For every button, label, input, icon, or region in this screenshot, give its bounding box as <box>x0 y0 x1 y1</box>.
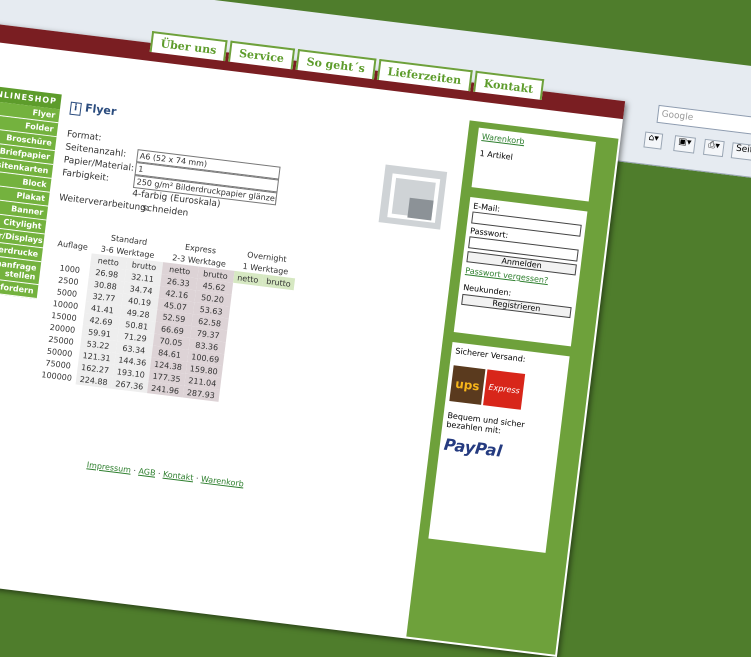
cart-box: Warenkorb 1 Artikel <box>471 127 596 202</box>
info-icon: i <box>69 101 82 116</box>
ovn-brutto-header: brutto <box>261 274 296 291</box>
print-icon[interactable]: ⎙▾ <box>702 138 725 158</box>
footer-links: Impressum · AGB · Kontakt · Warenkorb <box>86 460 245 489</box>
processing-value: schneiden <box>141 203 189 219</box>
footer-link-agb[interactable]: AGB <box>138 467 156 478</box>
shipping-logos: ups Express <box>449 365 563 414</box>
price-table: Standard Express Overnight Auflage 3-6 W… <box>37 225 299 410</box>
shop-page: Über uns Service So geht´s Lieferzeiten … <box>0 22 626 657</box>
footer-link-impressum[interactable]: Impressum <box>86 460 131 474</box>
express-logo: Express <box>483 369 526 410</box>
login-box: E-Mail: Passwort: Anmelden Passwort verg… <box>453 197 588 347</box>
page-menu[interactable]: Seite <box>730 142 751 162</box>
ovn-netto-header: netto <box>232 270 264 287</box>
feeds-icon[interactable]: ▣▾ <box>673 135 697 154</box>
label-farbigkeit: Farbigkeit: <box>61 168 110 184</box>
shipping-title: Sicherer Versand: <box>454 346 527 364</box>
page-title: Flyer <box>84 101 118 119</box>
footer-link-kontakt[interactable]: Kontakt <box>162 470 193 483</box>
search-input[interactable]: Google <box>656 104 751 136</box>
page-heading: i Flyer <box>69 100 117 121</box>
home-icon[interactable]: ⌂▾ <box>643 131 664 150</box>
product-image <box>378 164 448 230</box>
shipping-box: Sicherer Versand: ups Express Bequem und… <box>428 341 570 553</box>
main-content: i Flyer Format: Seitenanzahl: A6 (52 x 7… <box>16 96 449 599</box>
label-format: Format: <box>66 129 103 144</box>
footer-link-warenkorb[interactable]: Warenkorb <box>200 474 244 488</box>
ups-logo: ups <box>449 365 486 405</box>
